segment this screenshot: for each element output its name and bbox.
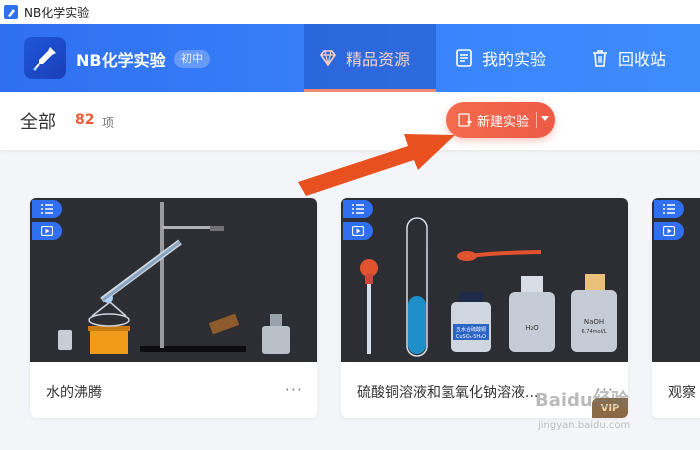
- chevron-down-icon[interactable]: [541, 116, 549, 121]
- video-icon: [663, 226, 675, 236]
- tab-label: 我的实验: [482, 50, 547, 69]
- experiment-card[interactable]: 水的沸腾 ···: [30, 198, 317, 418]
- bottle-concentration: 6.74mol/L: [582, 329, 607, 335]
- video-tag: [343, 222, 373, 240]
- list-icon: [663, 204, 675, 214]
- annotation-arrow-icon: [298, 134, 455, 196]
- new-experiment-label: 新建实验: [477, 114, 530, 130]
- new-experiment-button[interactable]: 新建实验: [446, 102, 555, 138]
- list-icon: [352, 204, 364, 214]
- top-navigation: NB化学实验 初中 精品资源 我的实验 回收站: [0, 24, 700, 92]
- more-options-icon[interactable]: ···: [285, 380, 303, 399]
- app-logo-icon: [4, 5, 18, 19]
- bottle-label: 五水合硫酸铜: [456, 326, 486, 333]
- card-title: 水的沸腾: [46, 385, 102, 401]
- video-icon: [352, 226, 364, 236]
- dropper-logo-icon: [33, 47, 56, 71]
- filter-title[interactable]: 全部: [20, 108, 56, 134]
- item-count-unit: 项: [102, 116, 115, 130]
- video-tag: [654, 222, 684, 240]
- item-count: 82: [75, 112, 95, 128]
- bottle-formula: NaOH: [584, 318, 604, 326]
- diamond-icon: [320, 50, 336, 67]
- brand-name: NB化学实验: [76, 51, 166, 70]
- bottle-formula: CuSO₄·5H₂O: [456, 334, 486, 340]
- list-tag: [343, 200, 373, 218]
- tab-recycle-bin[interactable]: 回收站: [590, 24, 690, 92]
- level-badge[interactable]: 初中: [174, 50, 210, 68]
- tab-my-experiments[interactable]: 我的实验: [454, 24, 574, 92]
- experiment-card[interactable]: 观察: [652, 198, 700, 418]
- video-tag: [32, 222, 62, 240]
- list-tag: [32, 200, 62, 218]
- video-icon: [41, 226, 53, 236]
- experiment-thumbnail: 五水合硫酸铜 CuSO₄·5H₂O H₂O NaOH 6.74mol/L: [341, 198, 628, 362]
- window-titlebar: NB化学实验: [0, 0, 700, 24]
- app-logo: [24, 37, 66, 79]
- watermark: Baidu经验: [535, 390, 629, 411]
- tab-label: 回收站: [618, 50, 667, 69]
- card-title: 硫酸铜溶液和氢氧化钠溶液...: [357, 385, 539, 401]
- document-icon: [456, 49, 472, 67]
- experiment-card[interactable]: 五水合硫酸铜 CuSO₄·5H₂O H₂O NaOH 6.74mol/L VIP…: [341, 198, 628, 418]
- bottle-formula: H₂O: [525, 324, 539, 332]
- list-tag: [654, 200, 684, 218]
- experiment-thumbnail: [30, 198, 317, 362]
- new-document-icon: [458, 113, 472, 127]
- button-divider: [536, 112, 537, 128]
- window-title: NB化学实验: [24, 5, 90, 20]
- list-icon: [41, 204, 53, 214]
- tab-label: 精品资源: [346, 50, 411, 69]
- watermark-url: jingyan.baidu.com: [538, 420, 631, 431]
- trash-icon: [593, 50, 607, 67]
- tab-premium-resources[interactable]: 精品资源: [304, 24, 436, 92]
- card-title: 观察: [668, 385, 696, 401]
